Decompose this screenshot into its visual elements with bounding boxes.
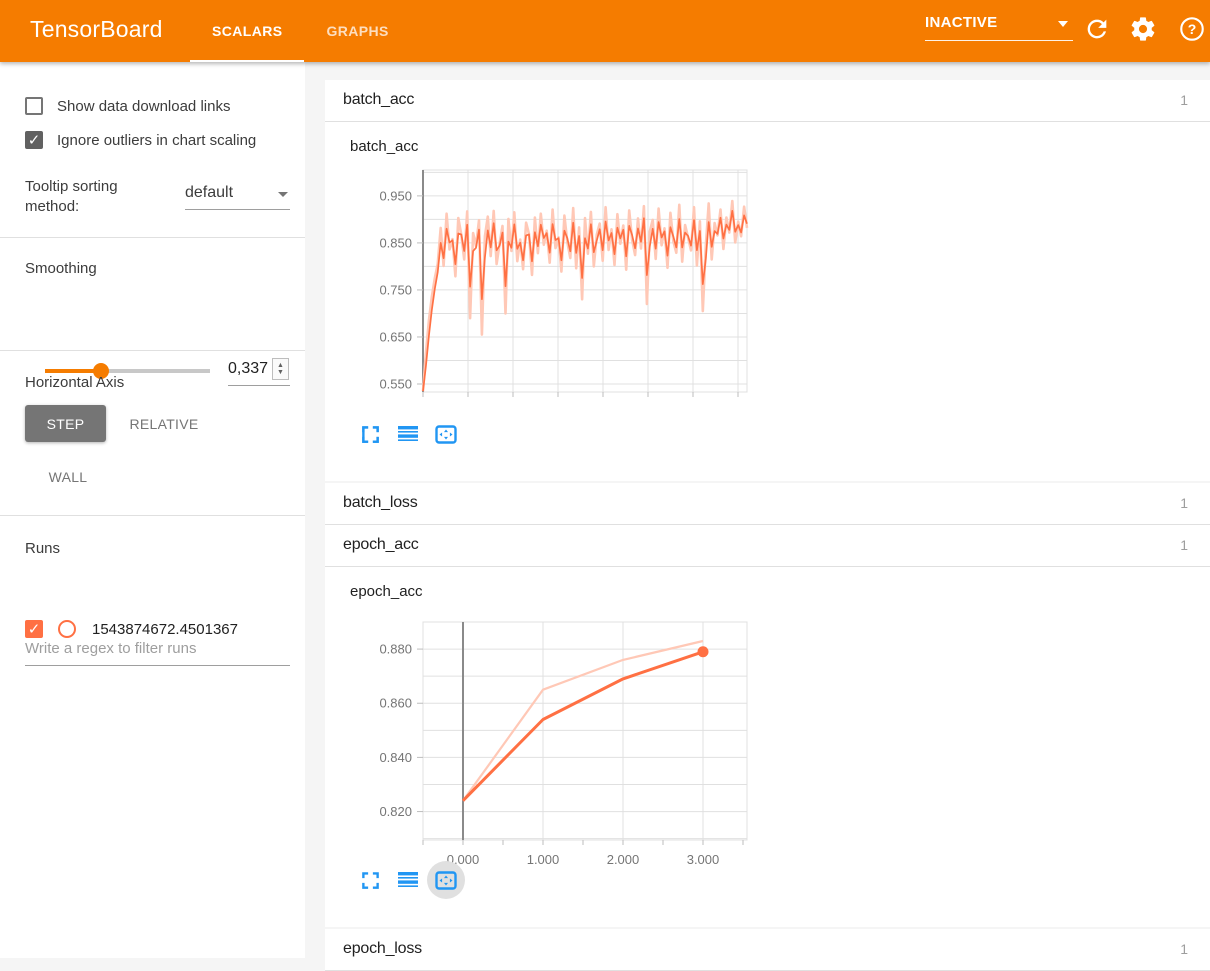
stepper-up-icon[interactable]: ▲ bbox=[277, 362, 284, 369]
fit-domain-icon[interactable] bbox=[434, 868, 458, 892]
y-tick-label: 0.550 bbox=[379, 377, 412, 392]
run-filter-input[interactable]: Write a regex to filter runs bbox=[25, 640, 290, 666]
section-header-epoch-acc[interactable]: epoch_acc 1 bbox=[325, 525, 1210, 567]
expand-chart-icon[interactable] bbox=[358, 422, 382, 446]
divider bbox=[0, 350, 305, 351]
series-end-dot[interactable] bbox=[698, 646, 709, 657]
x-tick-label: 2.000 bbox=[607, 852, 640, 867]
show-download-links-checkbox[interactable]: Show data download links bbox=[25, 97, 293, 115]
log-scale-lines-icon[interactable] bbox=[396, 868, 420, 892]
chart-count-badge: 1 bbox=[1180, 495, 1188, 511]
expand-chart-icon[interactable] bbox=[358, 868, 382, 892]
epoch-acc-chart[interactable]: 0.8200.8400.8600.8800.0001.0002.0003.000 bbox=[335, 620, 755, 876]
svg-text:?: ? bbox=[1188, 21, 1197, 37]
axis-relative-button[interactable]: RELATIVE bbox=[118, 405, 210, 442]
help-icon[interactable]: ? bbox=[1178, 15, 1206, 43]
divider bbox=[0, 237, 305, 238]
y-tick-label: 0.750 bbox=[379, 282, 412, 297]
chart-toolbar bbox=[358, 422, 472, 446]
stepper-down-icon[interactable]: ▼ bbox=[277, 369, 284, 376]
settings-sidebar: Show data download links ✓ Ignore outlie… bbox=[0, 62, 305, 958]
app-title: TensorBoard bbox=[30, 16, 163, 43]
x-tick-label: 3.000 bbox=[687, 852, 720, 867]
y-tick-label: 0.650 bbox=[379, 329, 412, 344]
chart-count-badge: 1 bbox=[1180, 92, 1188, 108]
batch-acc-chart[interactable]: 0.550 0.650 0.750 0.850 0.950 bbox=[335, 168, 755, 404]
chart-title: batch_acc bbox=[350, 138, 418, 155]
run-color-swatch-icon bbox=[58, 620, 76, 638]
dashboard-content: batch_acc 1 batch_acc 0.550 0.650 0.750 0.8… bbox=[325, 62, 1210, 958]
fit-domain-icon[interactable] bbox=[434, 422, 458, 446]
refresh-icon[interactable] bbox=[1083, 15, 1111, 43]
chart-title: epoch_acc bbox=[350, 583, 423, 600]
app-header: TensorBoard SCALARS GRAPHS INACTIVE ? bbox=[0, 0, 1210, 62]
divider bbox=[0, 515, 305, 516]
epoch-acc-card: epoch_acc 0.8200.8400.8600.8800.0001.000… bbox=[325, 567, 1210, 927]
horizontal-axis-label: Horizontal Axis bbox=[25, 374, 124, 391]
chart-toolbar bbox=[358, 868, 472, 892]
axis-wall-button[interactable]: WALL bbox=[38, 458, 98, 495]
settings-gear-icon[interactable] bbox=[1129, 15, 1157, 43]
checkbox-unchecked-icon bbox=[25, 97, 43, 115]
smoothing-value-input[interactable]: 0,337 ▲ ▼ bbox=[228, 358, 290, 386]
status-dropdown[interactable]: INACTIVE bbox=[925, 14, 1073, 41]
ignore-outliers-checkbox[interactable]: ✓ Ignore outliers in chart scaling bbox=[25, 131, 293, 149]
number-stepper[interactable]: ▲ ▼ bbox=[272, 358, 289, 380]
y-tick-label: 0.950 bbox=[379, 188, 412, 203]
tab-scalars[interactable]: SCALARS bbox=[190, 0, 304, 62]
section-header-batch-acc[interactable]: batch_acc 1 bbox=[325, 80, 1210, 122]
y-tick-label: 0.840 bbox=[379, 750, 412, 765]
runs-label: Runs bbox=[25, 540, 60, 557]
smoothing-slider[interactable] bbox=[45, 369, 210, 373]
y-tick-label: 0.880 bbox=[379, 642, 412, 657]
x-tick-label: 1.000 bbox=[527, 852, 560, 867]
tooltip-sorting-label: Tooltip sorting method: bbox=[25, 177, 155, 217]
chevron-down-icon bbox=[278, 192, 288, 197]
chart-count-badge: 1 bbox=[1180, 537, 1188, 553]
chevron-down-icon bbox=[1058, 21, 1068, 27]
active-tab-underline bbox=[190, 60, 304, 62]
checkbox-checked-icon: ✓ bbox=[25, 131, 43, 149]
tab-graphs[interactable]: GRAPHS bbox=[304, 0, 410, 62]
raw-series-line bbox=[423, 201, 747, 391]
y-tick-label: 0.850 bbox=[379, 235, 412, 250]
y-tick-label: 0.820 bbox=[379, 804, 412, 819]
smoothing-label: Smoothing bbox=[25, 260, 97, 277]
run-checkbox-checked-icon[interactable]: ✓ bbox=[25, 620, 43, 638]
run-item[interactable]: ✓ 1543874672.4501367 bbox=[25, 620, 293, 638]
tab-bar: SCALARS GRAPHS bbox=[190, 0, 411, 62]
spacer bbox=[325, 62, 1210, 80]
axis-step-button[interactable]: STEP bbox=[25, 405, 106, 442]
chart-count-badge: 1 bbox=[1180, 941, 1188, 957]
section-header-batch-loss[interactable]: batch_loss 1 bbox=[325, 483, 1210, 525]
log-scale-lines-icon[interactable] bbox=[396, 422, 420, 446]
section-header-epoch-loss[interactable]: epoch_loss 1 bbox=[325, 929, 1210, 971]
y-tick-label: 0.860 bbox=[379, 696, 412, 711]
batch-acc-card: batch_acc 0.550 0.650 0.750 0.850 0.950 bbox=[325, 122, 1210, 481]
tooltip-sorting-dropdown[interactable]: default bbox=[185, 184, 290, 210]
run-name: 1543874672.4501367 bbox=[92, 621, 238, 638]
